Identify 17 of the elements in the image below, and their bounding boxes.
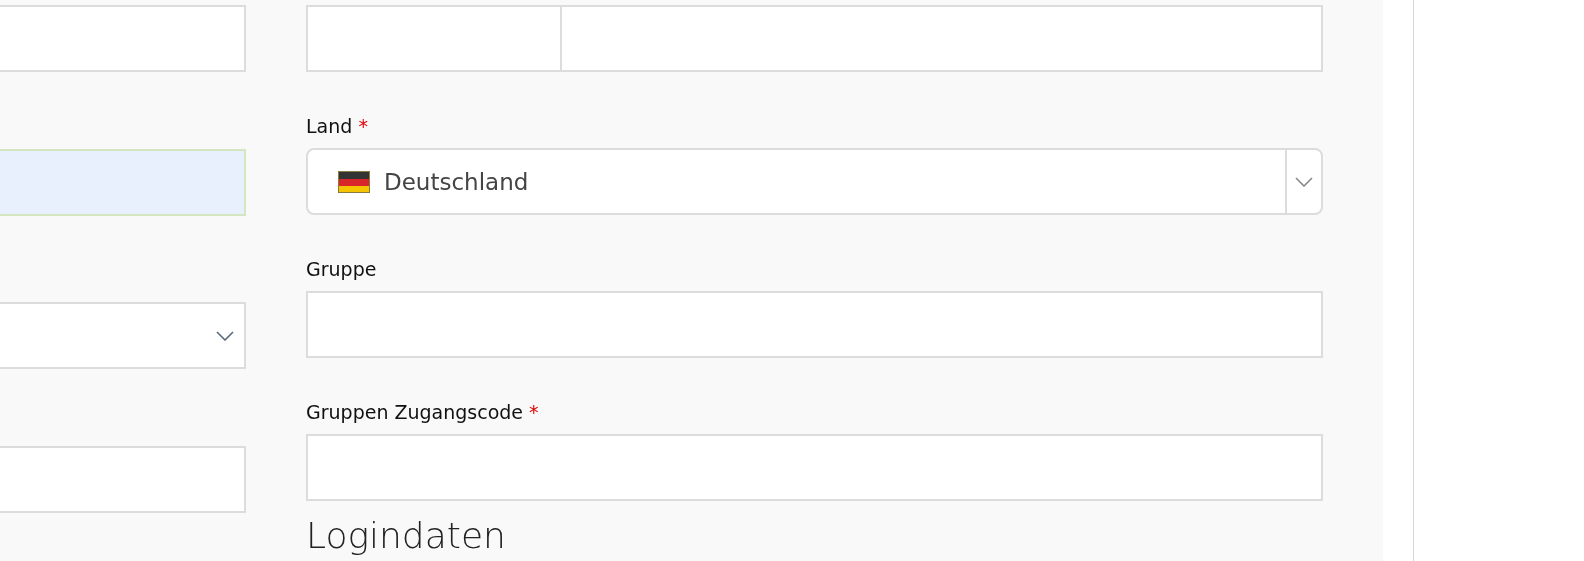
input-field[interactable] (0, 5, 246, 72)
input-field[interactable] (0, 446, 246, 513)
chevron-down-icon (216, 330, 234, 341)
select-field[interactable] (0, 302, 246, 369)
country-select[interactable]: Deutschland (306, 148, 1323, 215)
flag-icon (338, 170, 370, 193)
field-label: Gruppe (306, 257, 378, 282)
section-heading: Logindaten (306, 515, 507, 557)
input-field[interactable] (306, 434, 1323, 501)
input-field[interactable] (306, 5, 562, 72)
field-label: Land * (306, 114, 369, 139)
input-field[interactable] (562, 5, 1323, 72)
chevron-down-icon (1295, 176, 1313, 187)
select-value: Deutschland (384, 168, 529, 195)
input-field[interactable] (306, 291, 1323, 358)
input-field[interactable] (0, 149, 246, 216)
field-label: Gruppen Zugangscode * (306, 400, 540, 425)
